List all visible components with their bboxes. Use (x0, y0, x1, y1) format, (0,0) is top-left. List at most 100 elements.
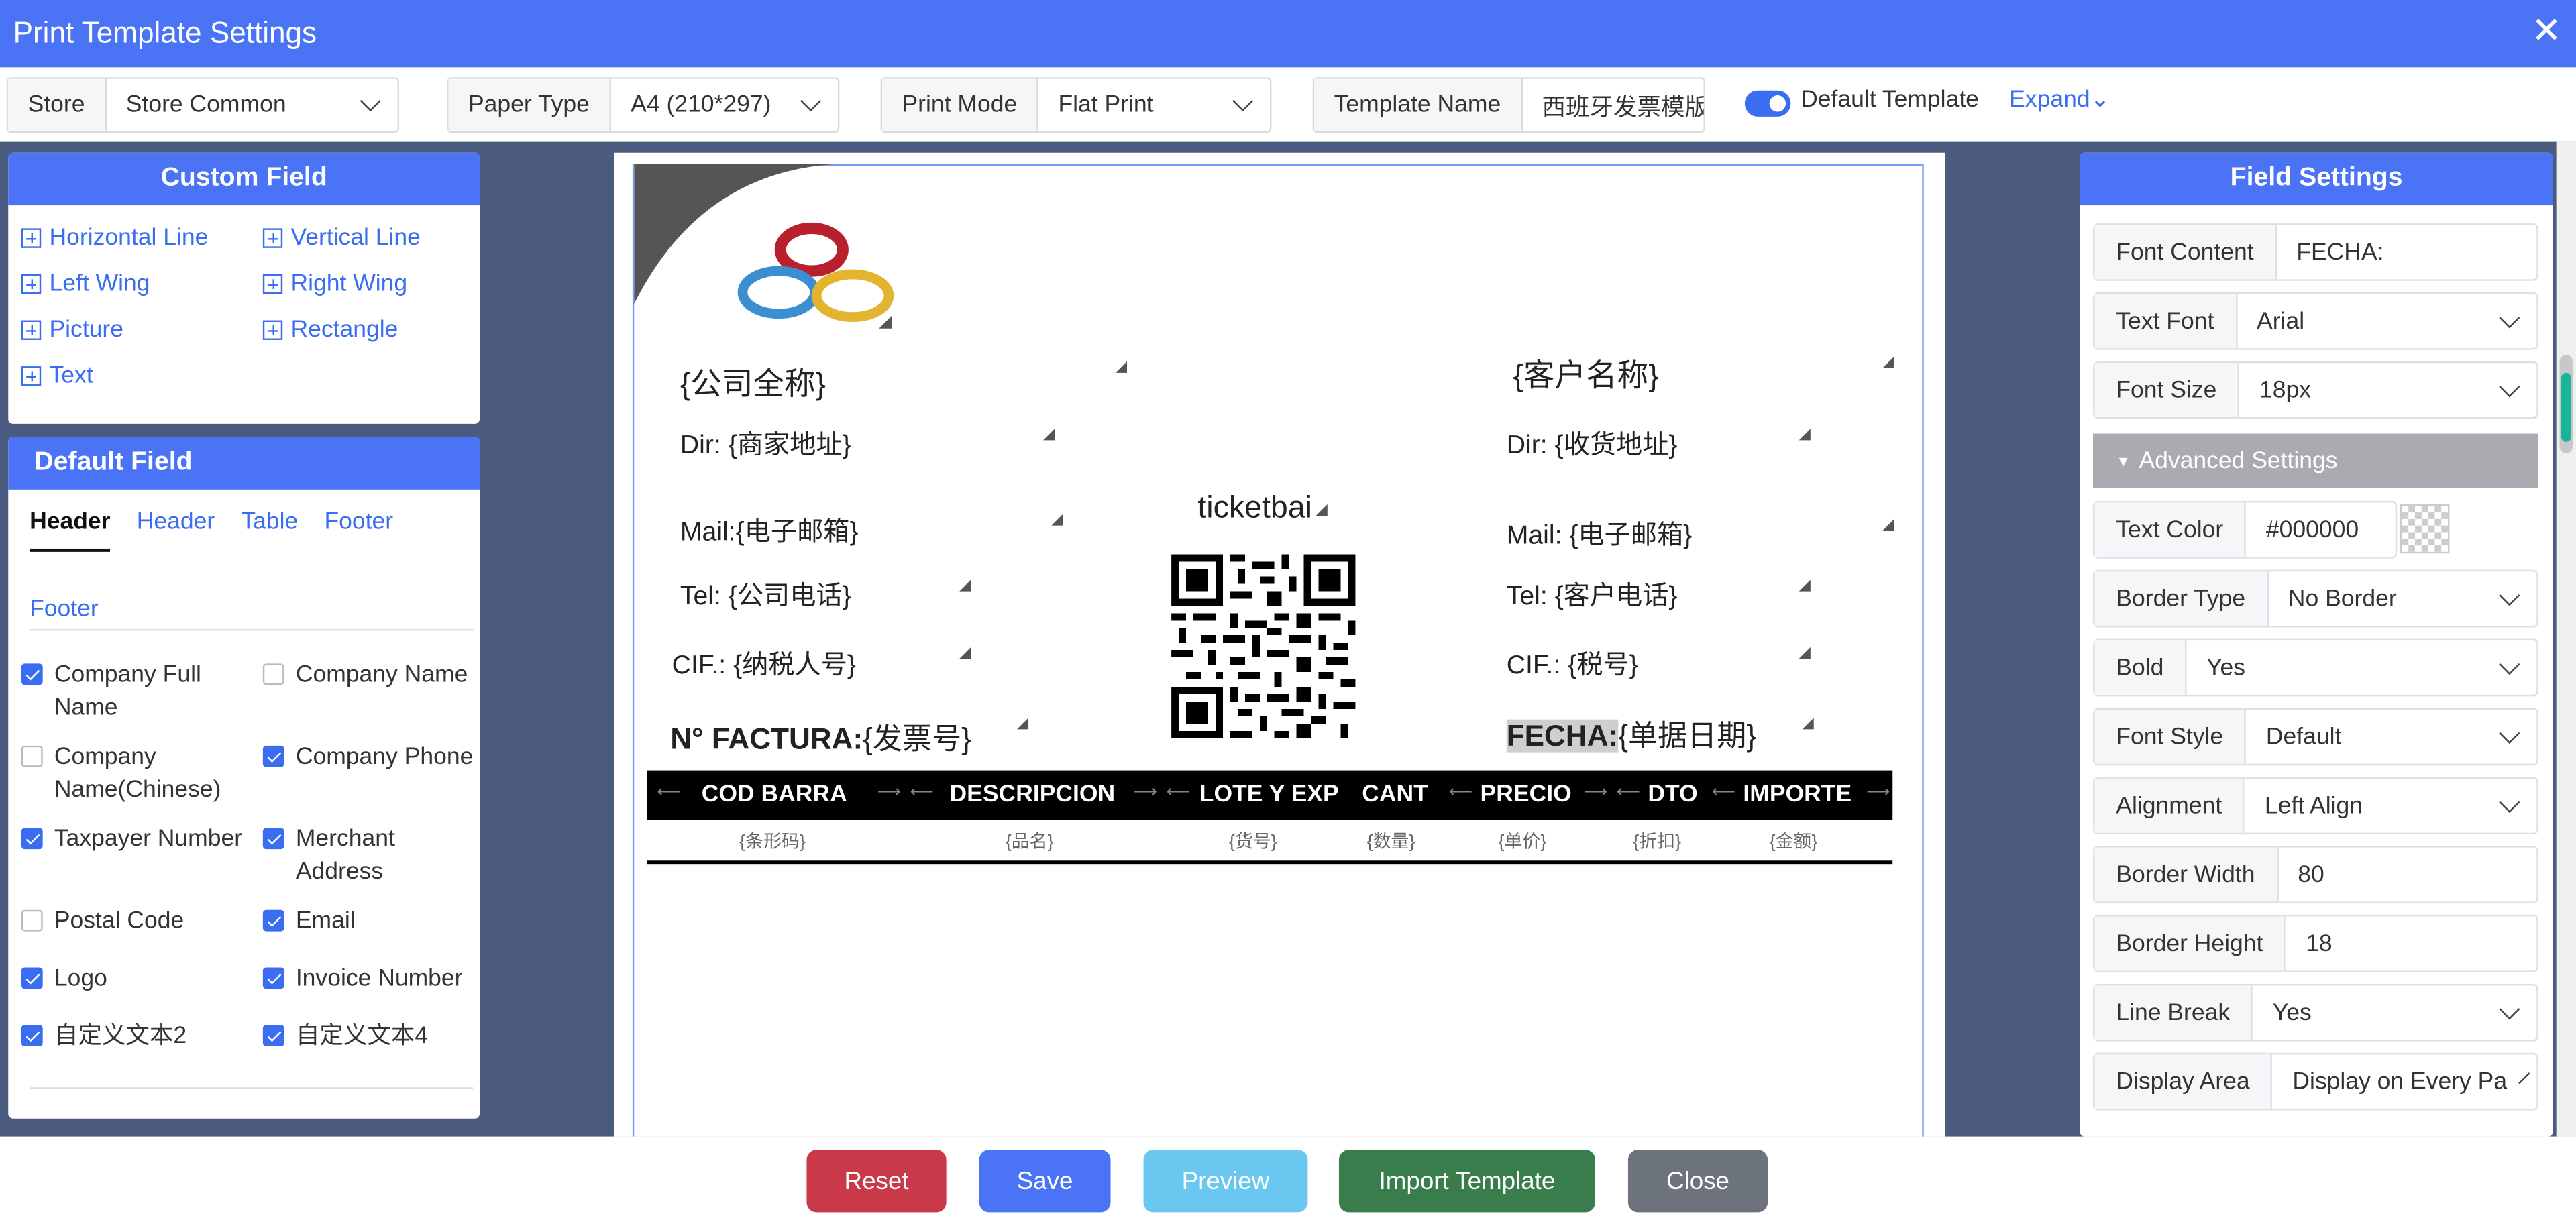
resize-handle-icon[interactable] (1799, 579, 1811, 592)
bold-select[interactable]: Bold Yes (2093, 638, 2538, 697)
invoice-number-field[interactable]: N° FACTURA:{发票号} (670, 716, 971, 759)
tab-table[interactable]: Table (241, 509, 298, 552)
border-type-select[interactable]: Border Type No Border (2093, 569, 2538, 628)
resize-handle-icon[interactable] (1051, 514, 1063, 526)
ticketbai-label[interactable]: ticketbai (1197, 491, 1312, 527)
add-rectangle[interactable]: Rectangle (262, 317, 398, 343)
tab-footer[interactable]: Footer (324, 509, 393, 552)
add-left-wing[interactable]: Left Wing (21, 271, 150, 297)
item-table-header[interactable]: ⟵ COD BARRA ⟶ ⟵ DESCRIPCION ⟶ ⟵ LOTE Y E… (647, 770, 1893, 820)
resize-handle-icon[interactable] (1882, 518, 1894, 531)
resize-handle-icon[interactable] (1016, 718, 1029, 730)
invoice-date-field[interactable]: FECHA:{单据日期} (1506, 713, 1756, 756)
font-content-input[interactable]: FECHA: (2277, 225, 2536, 280)
resize-handle-icon[interactable] (1115, 361, 1128, 373)
checkbox[interactable] (21, 909, 43, 932)
check-company-name-chinese[interactable]: Company Name(Chinese) (21, 740, 252, 806)
table-header-cell[interactable]: DTO (1648, 782, 1697, 808)
close-button[interactable]: Close (1627, 1150, 1768, 1213)
resize-handle-icon[interactable] (1802, 718, 1814, 730)
checkbox[interactable] (262, 967, 284, 989)
save-button[interactable]: Save (979, 1150, 1111, 1213)
check-logo[interactable]: Logo (21, 962, 252, 995)
resize-handle-icon[interactable] (1316, 504, 1328, 516)
resize-handle-icon[interactable] (1882, 356, 1894, 368)
table-header-cell[interactable]: CANT (1362, 782, 1428, 808)
border-height-input[interactable]: 18 (2286, 917, 2537, 971)
email-field-left[interactable]: Mail:{电子邮箱} (680, 509, 859, 549)
company-phone-field[interactable]: Tel: {公司电话} (680, 573, 851, 613)
default-template-toggle[interactable] (1744, 90, 1791, 117)
checkbox[interactable] (262, 909, 284, 932)
check-taxpayer-number[interactable]: Taxpayer Number (21, 823, 252, 856)
scrollbar[interactable] (2556, 141, 2576, 1137)
company-full-name-field[interactable]: {公司全称} (680, 359, 826, 404)
text-color-input[interactable]: #000000 (2246, 502, 2395, 557)
preview-button[interactable]: Preview (1143, 1150, 1308, 1213)
resize-handle-icon[interactable] (959, 579, 971, 592)
table-header-cell[interactable]: IMPORTE (1743, 782, 1851, 808)
checkbox[interactable] (21, 828, 43, 850)
resize-handle-icon[interactable] (1799, 647, 1811, 659)
add-vertical-line[interactable]: Vertical Line (262, 225, 421, 252)
customer-name-field[interactable]: {客户名称} (1513, 351, 1659, 396)
checkbox[interactable] (262, 828, 284, 850)
checkbox[interactable] (21, 745, 43, 767)
close-icon[interactable]: ✕ (2527, 12, 2567, 53)
font-style-select[interactable]: Font Style Default (2093, 708, 2538, 766)
checkbox[interactable] (262, 745, 284, 767)
customer-phone-field[interactable]: Tel: {客户电话} (1507, 573, 1678, 613)
table-header-cell[interactable]: DESCRIPCION (950, 782, 1116, 808)
template-name-field[interactable]: Template Name 西班牙发票模版 (1312, 77, 1706, 133)
display-area-select[interactable]: Display Area Display on Every Pa (2093, 1052, 2538, 1111)
border-width-field[interactable]: Border Width 80 (2093, 846, 2538, 903)
check-custom-text-2[interactable]: 自定义文本2 (21, 1020, 252, 1053)
table-header-cell[interactable]: LOTE Y EXP (1199, 782, 1339, 808)
line-break-select[interactable]: Line Break Yes (2093, 983, 2538, 1042)
check-company-name[interactable]: Company Name (262, 659, 480, 691)
resize-handle-icon[interactable] (879, 315, 892, 329)
text-font-select[interactable]: Text Font Arial (2093, 292, 2538, 350)
add-horizontal-line[interactable]: Horizontal Line (21, 225, 208, 252)
checkbox[interactable] (21, 663, 43, 685)
table-header-cell[interactable]: COD BARRA (702, 782, 847, 808)
resize-handle-icon[interactable] (1799, 429, 1811, 441)
expand-link[interactable]: Expand⌄ (2009, 87, 2110, 113)
checkbox[interactable] (21, 967, 43, 989)
alignment-select[interactable]: Alignment Left Align (2093, 777, 2538, 835)
reset-button[interactable]: Reset (806, 1150, 947, 1213)
font-content-field[interactable]: Font Content FECHA: (2093, 223, 2538, 281)
resize-handle-icon[interactable] (959, 647, 971, 659)
advanced-settings-toggle[interactable]: ▼ Advanced Settings (2093, 433, 2538, 488)
table-header-cell[interactable]: PRECIO (1481, 782, 1572, 808)
email-field-right[interactable]: Mail: {电子邮箱} (1507, 512, 1693, 552)
merchant-address-field[interactable]: Dir: {商家地址} (680, 422, 851, 461)
tax-id-field[interactable]: CIF.: {税号} (1507, 643, 1638, 682)
checkbox[interactable] (262, 663, 284, 685)
check-merchant-address[interactable]: Merchant Address (262, 823, 480, 889)
check-postal-code[interactable]: Postal Code (21, 905, 252, 938)
taxpayer-number-field[interactable]: CIF.: {纳税人号} (672, 643, 856, 682)
checkbox[interactable] (21, 1025, 43, 1047)
qr-code-image[interactable] (1171, 550, 1356, 742)
border-height-field[interactable]: Border Height 18 (2093, 915, 2538, 972)
add-right-wing[interactable]: Right Wing (262, 271, 407, 297)
add-text[interactable]: Text (21, 363, 93, 389)
add-picture[interactable]: Picture (21, 317, 123, 343)
check-company-phone[interactable]: Company Phone (262, 740, 480, 773)
check-invoice-number[interactable]: Invoice Number (262, 962, 480, 995)
check-company-full-name[interactable]: Company Full Name (21, 659, 252, 724)
store-select[interactable]: Store Store Common (6, 77, 400, 133)
checkbox[interactable] (262, 1025, 284, 1047)
color-picker-swatch[interactable] (2400, 504, 2450, 554)
shipping-address-field[interactable]: Dir: {收货地址} (1507, 422, 1678, 461)
tab-header[interactable]: Header (30, 509, 111, 552)
tab-header-2[interactable]: Header (137, 509, 215, 552)
text-color-field[interactable]: Text Color #000000 (2093, 500, 2398, 559)
import-template-button[interactable]: Import Template (1338, 1150, 1595, 1213)
paper-type-select[interactable]: Paper Type A4 (210*297) (447, 77, 840, 133)
print-mode-select[interactable]: Print Mode Flat Print (880, 77, 1272, 133)
check-custom-text-4[interactable]: 自定义文本4 (262, 1020, 480, 1053)
border-width-input[interactable]: 80 (2278, 848, 2536, 902)
horizontal-line[interactable] (647, 860, 1893, 865)
